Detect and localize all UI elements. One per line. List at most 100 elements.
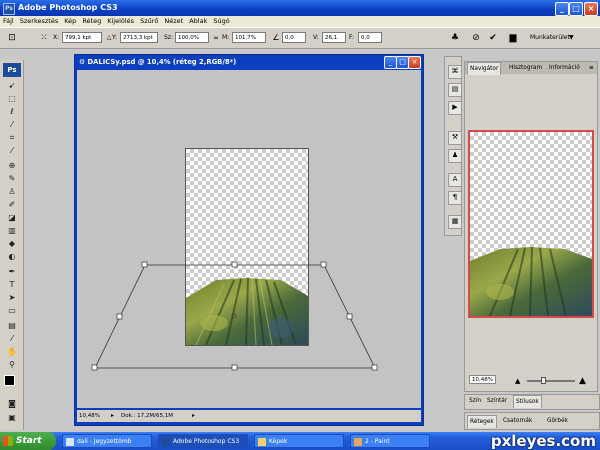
clone-source-panel-icon[interactable]: ♟ (448, 149, 462, 163)
gradient-tool-icon[interactable]: ▥ (5, 225, 19, 236)
brush-tool-icon[interactable]: ✎ (5, 173, 19, 184)
y-position-field[interactable]: 2713,3 kpt (120, 32, 158, 43)
menu-filter[interactable]: Szűrő (137, 16, 161, 27)
character-panel-icon[interactable]: A (448, 173, 462, 187)
canvas-area[interactable] (77, 70, 421, 408)
paragraph-panel-icon[interactable]: ¶ (448, 191, 462, 205)
hand-tool-icon[interactable]: ✋ (5, 346, 19, 357)
warp-icon[interactable]: ♣ (449, 32, 461, 44)
layer-comps-panel-icon[interactable]: ▤ (448, 83, 462, 97)
status-menu-icon[interactable]: ▸ (111, 410, 114, 422)
history-panel-icon[interactable]: ▦ (448, 215, 462, 229)
menu-view[interactable]: Nézet (161, 16, 186, 27)
shape-tool-icon[interactable]: ▭ (5, 305, 19, 316)
zoom-slider-thumb[interactable] (541, 377, 546, 384)
panel-menu-icon[interactable]: ≡ (587, 62, 596, 74)
pen-tool-icon[interactable]: ✒ (5, 266, 19, 277)
horizontal-skew-field[interactable]: 26,1 (322, 32, 346, 43)
transform-handle-middle-left[interactable] (116, 313, 123, 320)
menu-image[interactable]: Kép (61, 16, 79, 27)
transform-handle-middle-right[interactable] (346, 313, 353, 320)
marquee-tool-icon[interactable]: ⬚ (5, 93, 19, 104)
eyedropper-tool-icon[interactable]: ⁄ (5, 333, 19, 344)
photoshop-task-icon (162, 438, 170, 446)
zoom-in-icon[interactable]: ▲ (579, 375, 586, 387)
zoom-out-icon[interactable]: ▲ (515, 375, 520, 387)
task-paint[interactable]: 2 - Paint (350, 434, 430, 448)
start-button[interactable]: Start (0, 432, 56, 450)
notepad-icon (66, 438, 74, 446)
task-photoshop[interactable]: Adobe Photoshop CS3 (158, 434, 248, 448)
maximize-button[interactable]: □ (569, 2, 583, 16)
screen-mode-icon[interactable]: ▣ (5, 412, 19, 423)
slice-tool-icon[interactable]: ⁄ (5, 145, 19, 156)
tab-histogram[interactable]: Hisztogram (507, 62, 544, 74)
menu-select[interactable]: Kijelölés (104, 16, 137, 27)
lasso-tool-icon[interactable]: ℓ (5, 106, 19, 117)
commit-transform-icon[interactable]: ✔ (487, 32, 499, 44)
tool-presets-panel-icon[interactable]: ⚒ (448, 131, 462, 145)
brushes-panel-icon[interactable]: ⌘ (448, 65, 462, 79)
zoom-level[interactable]: 10,48% (79, 410, 100, 422)
tab-navigator[interactable]: Navigátor (467, 62, 502, 75)
zoom-tool-icon[interactable]: ⚲ (5, 359, 19, 370)
status-arrow-icon[interactable]: ▸ (192, 410, 195, 422)
quick-mask-icon[interactable]: ◙ (5, 398, 19, 409)
task-notepad[interactable]: dali - Jegyzettömb (62, 434, 152, 448)
menu-window[interactable]: Ablak (186, 16, 210, 27)
actions-panel-icon[interactable]: ▶ (448, 101, 462, 115)
horizontal-skew-label: V: (313, 34, 319, 41)
zoom-slider-track[interactable] (527, 380, 575, 382)
eraser-tool-icon[interactable]: ◪ (5, 212, 19, 223)
transform-tool-icon[interactable]: ⊡ (6, 32, 18, 44)
magic-wand-tool-icon[interactable]: ⁄ (5, 119, 19, 130)
transform-handle-bottom-center[interactable] (231, 364, 238, 371)
transform-handle-top-left[interactable] (141, 261, 148, 268)
transform-handle-bottom-right[interactable] (371, 364, 378, 371)
x-position-field[interactable]: 799,1 kpt (62, 32, 102, 43)
tab-color[interactable]: Szín (467, 395, 483, 407)
cancel-transform-icon[interactable]: ⊘ (470, 32, 482, 44)
menu-edit[interactable]: Szerkesztés (17, 16, 61, 27)
close-button[interactable]: × (584, 2, 598, 16)
task-pictures[interactable]: Képek (254, 434, 344, 448)
transform-center-point[interactable] (231, 313, 237, 319)
menu-layer[interactable]: Réteg (79, 16, 104, 27)
crop-tool-icon[interactable]: ⌗ (5, 132, 19, 143)
dodge-tool-icon[interactable]: ◐ (5, 251, 19, 262)
height-scale-field[interactable]: 101,7% (232, 32, 266, 43)
tab-curves[interactable]: Görbék (545, 415, 570, 427)
navigator-zoom-field[interactable]: 10,48% (469, 375, 496, 384)
width-scale-field[interactable]: 100,0% (175, 32, 209, 43)
tab-layers[interactable]: Rétegek (467, 415, 497, 428)
tab-info[interactable]: Információ (547, 62, 582, 74)
healing-brush-tool-icon[interactable]: ⊕ (5, 160, 19, 171)
reference-point-icon[interactable]: ⁙ (38, 32, 50, 44)
transform-bounding-box[interactable] (77, 70, 421, 408)
link-icon[interactable]: ∞ (210, 32, 222, 44)
menu-help[interactable]: Súgó (210, 16, 232, 27)
tab-styles[interactable]: Stílusok (513, 395, 542, 408)
tab-channels[interactable]: Csatornák (501, 415, 534, 427)
doc-close-button[interactable]: × (408, 56, 421, 69)
transform-handle-bottom-left[interactable] (91, 364, 98, 371)
transform-handle-top-center[interactable] (231, 261, 238, 268)
chevron-down-icon[interactable]: ▼ (569, 34, 574, 41)
menu-file[interactable]: Fájl (0, 16, 17, 27)
vertical-skew-field[interactable]: 0,0 (358, 32, 382, 43)
type-tool-icon[interactable]: T (5, 279, 19, 290)
move-tool-icon[interactable]: ➹ (5, 80, 19, 91)
blur-tool-icon[interactable]: ◆ (5, 238, 19, 249)
tab-swatches[interactable]: Színtár (485, 395, 509, 407)
workspace-menu[interactable]: Munkaterület (530, 34, 570, 41)
rotation-angle-field[interactable]: 0,0 (282, 32, 306, 43)
transform-handle-top-right[interactable] (320, 261, 327, 268)
path-selection-tool-icon[interactable]: ➤ (5, 292, 19, 303)
notes-tool-icon[interactable]: ▤ (5, 320, 19, 331)
minimize-button[interactable]: _ (555, 2, 569, 16)
history-brush-tool-icon[interactable]: ✐ (5, 199, 19, 210)
toolbox-toggle-icon[interactable]: ▆ (507, 32, 519, 44)
clone-stamp-tool-icon[interactable]: ♙ (5, 186, 19, 197)
navigator-preview[interactable] (468, 130, 594, 318)
foreground-color-swatch[interactable] (4, 375, 15, 386)
